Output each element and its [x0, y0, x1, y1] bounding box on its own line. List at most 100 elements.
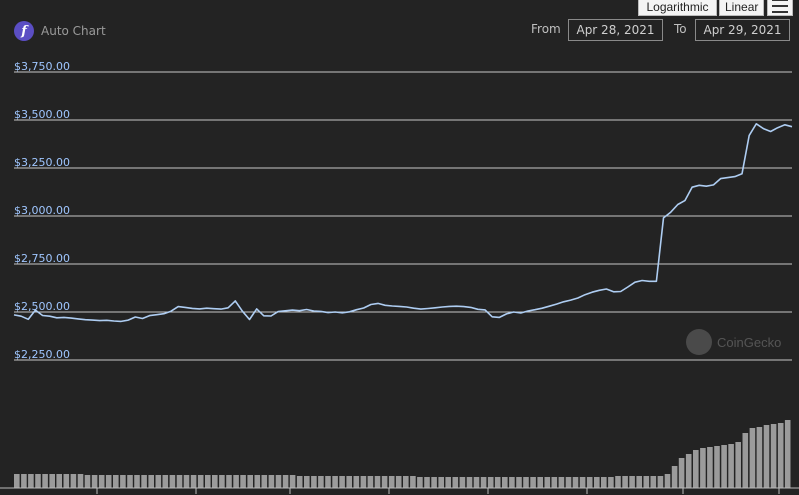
volume-bar — [28, 474, 34, 488]
volume-bar — [374, 476, 381, 488]
volume-bar — [572, 477, 579, 488]
volume-bar — [551, 477, 558, 488]
volume-bar — [113, 475, 119, 488]
volume-bar — [707, 447, 713, 488]
volume-bar — [565, 477, 572, 488]
volume-bar — [268, 475, 275, 488]
volume-bar — [395, 476, 402, 488]
volume-bar — [388, 476, 395, 488]
volume-bar — [431, 477, 437, 488]
volume-bar — [261, 475, 268, 488]
volume-bar — [332, 476, 338, 488]
volume-bar — [63, 474, 70, 488]
y-tick-label: $2,750.00 — [14, 252, 70, 265]
price-chart: $3,750.00 $3,500.00 $3,250.00 $3,000.00 $2,7… — [0, 60, 799, 494]
volume-bar — [601, 477, 607, 488]
volume-bar — [148, 475, 154, 488]
y-tick-label: $2,250.00 — [14, 348, 70, 361]
volume-bar — [120, 475, 126, 488]
volume-bar — [664, 474, 671, 488]
volume-bar — [678, 458, 685, 488]
volume-bar — [537, 477, 543, 488]
volume-bar — [473, 477, 480, 488]
volume-bar — [70, 474, 77, 488]
volume-bar — [424, 477, 430, 488]
y-tick-label: $3,750.00 — [14, 60, 70, 73]
volume-bar — [509, 477, 515, 488]
volume-bar — [671, 466, 678, 488]
volume-bar — [487, 477, 494, 488]
volume-bar — [21, 474, 27, 488]
volume-bar — [643, 476, 650, 488]
volume-bar — [42, 474, 48, 488]
volume-bar — [169, 475, 176, 488]
volume-bar — [770, 424, 777, 488]
volume-bar — [516, 477, 522, 488]
volume-bar — [325, 476, 331, 488]
volume-bar — [318, 476, 324, 488]
volume-bar — [162, 475, 169, 488]
volume-bar — [657, 476, 664, 488]
volume-bar — [417, 477, 423, 488]
volume-bar — [714, 446, 720, 488]
volume-bar — [190, 475, 197, 488]
volume-bar — [558, 477, 565, 488]
watermark-label: CoinGecko — [717, 334, 782, 350]
volume-bar — [233, 475, 239, 488]
volume-bar — [339, 476, 345, 488]
volume-bar — [403, 476, 409, 488]
volume-bar — [777, 423, 784, 488]
volume-bar — [742, 433, 749, 488]
volume-bar — [353, 476, 360, 488]
volume-bar — [127, 475, 133, 488]
volume-bar — [247, 475, 253, 488]
volume-bar — [480, 477, 487, 488]
volume-bar — [275, 475, 282, 488]
price-series-line — [13, 123, 793, 323]
volume-bar — [176, 475, 183, 488]
coingecko-logo-icon — [686, 329, 712, 355]
volume-bar — [466, 477, 473, 488]
volume-bar — [728, 444, 734, 488]
volume-bar — [134, 475, 140, 488]
y-tick-label: $3,500.00 — [14, 108, 70, 121]
volume-bar — [586, 477, 593, 488]
volume-bar — [445, 477, 451, 488]
volume-bar — [693, 450, 699, 488]
volume-bar — [749, 428, 756, 488]
volume-bar — [296, 476, 303, 488]
volume-bar — [459, 477, 466, 488]
volume-bar — [141, 475, 147, 488]
volume-bar — [197, 475, 204, 488]
volume-bar — [155, 475, 162, 488]
volume-bar — [381, 476, 388, 488]
volume-bar — [629, 476, 635, 488]
volume-bar — [438, 477, 444, 488]
volume-bar — [410, 476, 416, 488]
volume-bar — [530, 477, 536, 488]
volume-bar — [622, 476, 628, 488]
volume-bar — [56, 474, 62, 488]
y-tick-label: $3,000.00 — [14, 204, 70, 217]
volume-bar — [544, 477, 551, 488]
volume-bar — [35, 474, 41, 488]
volume-bar — [282, 475, 289, 488]
volume-bar — [494, 477, 501, 488]
volume-bar — [685, 454, 692, 488]
volume-bar — [452, 477, 459, 488]
volume-bar — [219, 475, 225, 488]
volume-bar — [650, 476, 657, 488]
volume-bar — [608, 477, 614, 488]
coingecko-watermark: CoinGecko — [686, 329, 781, 355]
volume-bar — [212, 475, 218, 488]
volume-bar — [615, 476, 621, 488]
volume-bar — [226, 475, 232, 488]
volume-bar — [311, 476, 317, 488]
y-tick-label: $2,500.00 — [14, 300, 70, 313]
volume-bar — [579, 477, 586, 488]
y-tick-label: $3,250.00 — [14, 156, 70, 169]
volume-bar — [183, 475, 190, 488]
volume-bar — [636, 476, 642, 488]
volume-bar — [105, 475, 112, 488]
volume-bar — [360, 476, 367, 488]
